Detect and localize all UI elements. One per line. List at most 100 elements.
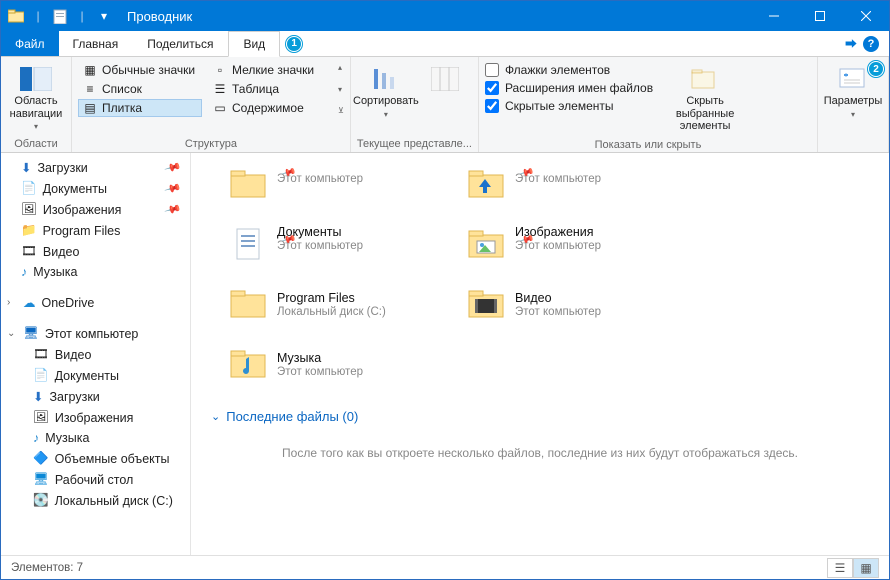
onedrive-icon: ☁	[23, 295, 36, 310]
chevron-down-icon: ⌄	[211, 410, 220, 423]
layout-expand-icon[interactable]: ⊻	[338, 106, 344, 115]
recent-files-empty: После того как вы откроете несколько фай…	[191, 434, 889, 472]
folder-icon: 📁	[21, 223, 37, 238]
tab-share[interactable]: Поделиться	[133, 31, 228, 56]
sidebar-item-videos[interactable]: 🎞Видео	[1, 241, 190, 262]
tiles-icon: ▤	[82, 100, 98, 116]
sort-button[interactable]: Сортировать ▾	[357, 61, 415, 123]
videos-icon: 🎞	[33, 347, 49, 362]
window-title: Проводник	[127, 9, 192, 24]
tile-videos[interactable]: ВидеоЭтот компьютер	[463, 277, 689, 331]
sidebar-item-pictures[interactable]: 🖼Изображения📌	[1, 199, 190, 220]
documents-folder-icon	[229, 223, 269, 265]
tab-view[interactable]: Вид	[228, 31, 280, 57]
layout-small-icons[interactable]: ▫Мелкие значки	[208, 61, 332, 79]
chevron-down-icon: ▾	[34, 122, 38, 131]
hide-icon	[689, 65, 721, 93]
pictures-icon: 🖼	[21, 202, 37, 217]
checkbox-filename-extensions[interactable]: Расширения имен файлов	[485, 81, 653, 95]
tab-home[interactable]: Главная	[59, 31, 134, 56]
recent-files-header[interactable]: ⌄ Последние файлы (0)	[191, 391, 889, 434]
tile-pictures[interactable]: ИзображенияЭтот компьютер📌	[463, 217, 689, 271]
close-button[interactable]	[843, 1, 889, 31]
group-showhide-label: Показать или скрыть	[485, 137, 811, 151]
titlebar: | | ▾ Проводник	[1, 1, 889, 31]
pictures-icon: 🖼	[33, 410, 49, 425]
chevron-right-icon: ›	[7, 297, 17, 308]
table-icon: ☰	[212, 81, 228, 97]
navigation-pane-button[interactable]: Область навигации ▾	[7, 61, 65, 135]
sidebar-item-this-pc[interactable]: ⌄🖥Этот компьютер	[1, 323, 190, 344]
list-icon: ≡	[82, 81, 98, 97]
nav-pane-label: Область навигации	[9, 95, 63, 120]
navigation-sidebar[interactable]: ⬇Загрузки📌 📄Документы📌 🖼Изображения📌 📁Pr…	[1, 153, 191, 555]
sidebar-sub-local-disk-c[interactable]: 💽Локальный диск (C:)	[1, 490, 190, 511]
chevron-down-icon: ▾	[384, 110, 388, 119]
item-count: Элементов: 7	[11, 562, 83, 574]
ribbon-group-showhide: Флажки элементов Расширения имен файлов …	[479, 57, 818, 152]
content-icon: ▭	[212, 100, 228, 116]
hide-selected-button[interactable]: Скрыть выбранные элементы	[659, 61, 751, 137]
sidebar-item-downloads[interactable]: ⬇Загрузки📌	[1, 157, 190, 178]
tile-item[interactable]: Этот компьютер📌	[463, 157, 689, 211]
ribbon: Область навигации ▾ Области ▦Обычные зна…	[1, 57, 889, 153]
sidebar-sub-3d[interactable]: 🔷Объемные объекты	[1, 448, 190, 469]
columns-icon	[429, 65, 461, 93]
pin-icon: 📌	[164, 179, 182, 197]
layout-content[interactable]: ▭Содержимое	[208, 99, 332, 117]
layout-tiles[interactable]: ▤Плитка	[78, 99, 202, 117]
regular-icons-icon: ▦	[82, 62, 98, 78]
videos-icon: 🎞	[21, 244, 37, 259]
minimize-button[interactable]	[751, 1, 797, 31]
content-pane[interactable]: Этот компьютер📌 Этот компьютер📌 Документ…	[191, 153, 889, 555]
tile-item[interactable]: Этот компьютер📌	[225, 157, 451, 211]
callout-2: 2	[868, 61, 884, 77]
ribbon-tabs: Файл Главная Поделиться Вид 1 ⮕ ?	[1, 31, 889, 57]
layout-scroll-up-icon[interactable]: ▴	[338, 63, 344, 72]
sidebar-sub-music[interactable]: ♪Музыка	[1, 428, 190, 448]
layout-list[interactable]: ≡Список	[78, 80, 202, 98]
qat-separator: |	[29, 7, 47, 25]
sidebar-item-program-files[interactable]: 📁Program Files	[1, 220, 190, 241]
sidebar-sub-pictures[interactable]: 🖼Изображения	[1, 407, 190, 428]
group-layout-label: Структура	[78, 136, 344, 150]
ribbon-group-options: Параметры ▾ 2	[818, 57, 889, 152]
new-folder-icon[interactable]	[51, 7, 69, 25]
sidebar-item-onedrive[interactable]: ›☁OneDrive	[1, 292, 190, 313]
qat-separator2: |	[73, 7, 91, 25]
layout-scroll-down-icon[interactable]: ▾	[338, 85, 344, 94]
sort-icon	[370, 65, 402, 93]
view-large-icons-button[interactable]: ▦	[853, 558, 879, 578]
ribbon-group-panes: Область навигации ▾ Области	[1, 57, 72, 152]
explorer-app-icon	[7, 7, 25, 25]
sidebar-sub-desktop[interactable]: 🖥Рабочий стол	[1, 469, 190, 490]
view-details-button[interactable]: ☰	[827, 558, 853, 578]
layout-regular-icons[interactable]: ▦Обычные значки	[78, 61, 202, 79]
downloads-icon: ⬇	[33, 389, 43, 404]
pc-icon: 🖥	[23, 326, 39, 341]
sidebar-sub-videos[interactable]: 🎞Видео	[1, 344, 190, 365]
music-icon: ♪	[21, 265, 27, 279]
maximize-button[interactable]	[797, 1, 843, 31]
layout-table[interactable]: ☰Таблица	[208, 80, 332, 98]
checkbox-hidden-items[interactable]: Скрытые элементы	[485, 99, 653, 113]
pin-ribbon-icon[interactable]: ⮕	[845, 35, 857, 52]
pin-icon: 📌	[164, 200, 182, 218]
callout-1: 1	[286, 36, 302, 52]
help-icon[interactable]: ?	[863, 36, 879, 52]
tile-music[interactable]: МузыкаЭтот компьютер	[225, 337, 451, 391]
sidebar-item-music[interactable]: ♪Музыка	[1, 262, 190, 282]
documents-icon: 📄	[21, 181, 37, 196]
sidebar-item-documents[interactable]: 📄Документы📌	[1, 178, 190, 199]
qat-dropdown-icon[interactable]: ▾	[95, 7, 113, 25]
body-area: ⬇Загрузки📌 📄Документы📌 🖼Изображения📌 📁Pr…	[1, 153, 889, 555]
sidebar-sub-downloads[interactable]: ⬇Загрузки	[1, 386, 190, 407]
checkbox-item-check-boxes[interactable]: Флажки элементов	[485, 63, 653, 77]
tab-file[interactable]: Файл	[1, 31, 59, 56]
tile-program-files[interactable]: Program FilesЛокальный диск (C:)	[225, 277, 451, 331]
columns-button[interactable]	[421, 61, 469, 97]
tile-documents[interactable]: ДокументыЭтот компьютер📌	[225, 217, 451, 271]
chevron-down-icon: ⌄	[7, 328, 17, 339]
sidebar-sub-documents[interactable]: 📄Документы	[1, 365, 190, 386]
options-icon	[837, 65, 869, 93]
